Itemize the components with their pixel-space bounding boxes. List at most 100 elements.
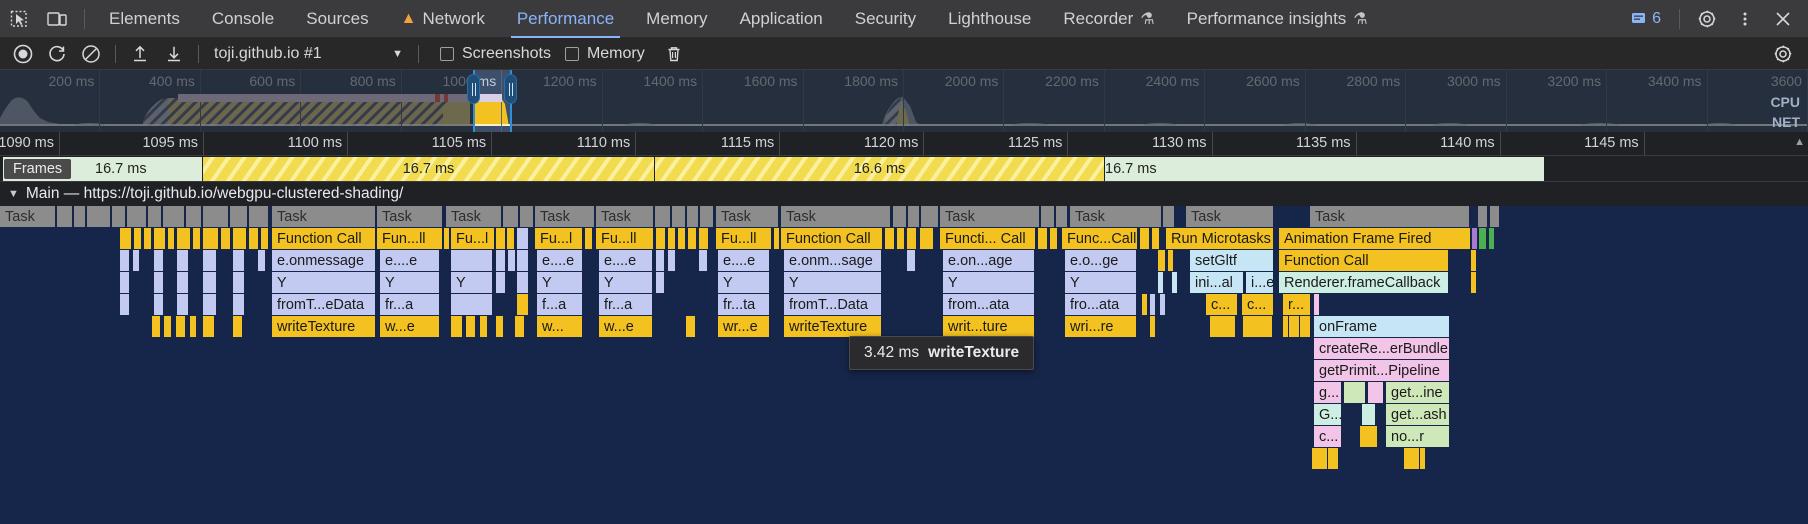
- flame-bar[interactable]: setGltf: [1190, 250, 1274, 271]
- flame-bar[interactable]: [190, 316, 197, 337]
- flame-bar[interactable]: [1368, 382, 1384, 403]
- flame-bar[interactable]: [233, 294, 245, 315]
- more-options-icon[interactable]: [1726, 0, 1764, 38]
- close-icon[interactable]: [1764, 0, 1802, 38]
- flame-bar[interactable]: writeTexture: [784, 316, 882, 337]
- flame-bar[interactable]: [1163, 206, 1175, 227]
- flame-bar[interactable]: [1041, 206, 1055, 227]
- flame-bar[interactable]: Y: [943, 272, 1035, 293]
- flame-bar[interactable]: Fu...ll: [716, 228, 772, 249]
- flame-bar[interactable]: [203, 316, 215, 337]
- flame-bar[interactable]: [1150, 294, 1156, 315]
- flame-bar[interactable]: e....e: [599, 250, 653, 271]
- flame-bar[interactable]: [686, 316, 696, 337]
- flame-bar[interactable]: [503, 206, 519, 227]
- flame-bar[interactable]: Task: [1070, 206, 1162, 227]
- flame-bar[interactable]: [177, 250, 189, 271]
- flame-bar[interactable]: w...e: [380, 316, 440, 337]
- flame-bar[interactable]: Task: [940, 206, 1040, 227]
- flame-bar[interactable]: ini...al: [1190, 272, 1244, 293]
- flame-bar[interactable]: [154, 228, 166, 249]
- flame-bar[interactable]: [154, 272, 164, 293]
- flame-bar[interactable]: [1152, 228, 1160, 249]
- flame-bar[interactable]: [186, 206, 202, 227]
- flame-bar[interactable]: [1360, 426, 1378, 447]
- timeline-overview[interactable]: 200 ms400 ms600 ms800 ms1000 ms1200 ms14…: [0, 70, 1808, 132]
- flame-bar[interactable]: [120, 294, 130, 315]
- flame-bar[interactable]: [87, 206, 111, 227]
- flame-bar[interactable]: createRe...erBundle: [1314, 338, 1450, 359]
- flame-bar[interactable]: [451, 250, 493, 271]
- flame-bar[interactable]: [168, 228, 175, 249]
- flame-bar[interactable]: [127, 206, 147, 227]
- flame-bar[interactable]: c...: [1242, 294, 1274, 315]
- flame-bar[interactable]: e....e: [537, 250, 583, 271]
- flame-bar[interactable]: [233, 250, 245, 271]
- flame-bar[interactable]: [1471, 250, 1477, 271]
- flame-bar[interactable]: [515, 316, 525, 337]
- flame-bar[interactable]: [496, 316, 504, 337]
- flame-bar[interactable]: [1142, 294, 1148, 315]
- flame-bar[interactable]: [203, 272, 217, 293]
- flame-bar[interactable]: [517, 228, 529, 249]
- device-toolbar-icon[interactable]: [38, 0, 76, 38]
- frame-item[interactable]: 16.7 ms: [1105, 157, 1545, 181]
- flame-bar[interactable]: [700, 206, 714, 227]
- flame-bar[interactable]: [221, 228, 231, 249]
- collapse-caret-icon[interactable]: ▼: [8, 188, 19, 200]
- flame-bar[interactable]: [1305, 316, 1311, 337]
- flame-bar[interactable]: [133, 250, 140, 271]
- flame-bar[interactable]: [1038, 228, 1048, 249]
- flame-bar[interactable]: Task: [781, 206, 891, 227]
- flame-bar[interactable]: [1172, 272, 1178, 293]
- flame-bar[interactable]: [261, 228, 269, 249]
- frame-item[interactable]: 16.7 ms: [203, 157, 655, 181]
- flame-bar[interactable]: fromT...eData: [272, 294, 376, 315]
- tab-sources[interactable]: Sources: [290, 0, 384, 38]
- tab-memory[interactable]: Memory: [630, 0, 723, 38]
- flame-bar[interactable]: [1478, 206, 1488, 227]
- inspect-element-icon[interactable]: [0, 0, 38, 38]
- flame-bar[interactable]: [907, 250, 916, 271]
- flame-bar[interactable]: no...r: [1386, 426, 1450, 447]
- flame-bar[interactable]: [249, 206, 269, 227]
- flame-bar[interactable]: [444, 228, 450, 249]
- flame-bar[interactable]: [203, 228, 219, 249]
- flame-bar[interactable]: Y: [1065, 272, 1137, 293]
- flame-bar[interactable]: [774, 228, 780, 249]
- flame-bar[interactable]: [203, 206, 229, 227]
- flame-bar[interactable]: [1140, 228, 1150, 249]
- flame-bar[interactable]: [508, 250, 516, 271]
- flame-bar[interactable]: [668, 228, 676, 249]
- flame-bar[interactable]: [233, 228, 247, 249]
- flame-bar[interactable]: c...: [1206, 294, 1238, 315]
- flame-bar[interactable]: [451, 316, 463, 337]
- flame-bar[interactable]: [148, 206, 162, 227]
- flame-bar[interactable]: [193, 228, 201, 249]
- frames-track[interactable]: Frames 16.7 ms 16.7 ms 16.6 ms 16.7 ms: [0, 156, 1808, 182]
- flame-bar[interactable]: [120, 228, 132, 249]
- flame-bar[interactable]: [920, 228, 934, 249]
- flame-bar[interactable]: [1344, 382, 1366, 403]
- flame-bar[interactable]: Fu...ll: [596, 228, 654, 249]
- flame-bar[interactable]: [585, 228, 593, 249]
- flame-bar[interactable]: r...: [1283, 294, 1311, 315]
- scroll-up-arrow[interactable]: ▲: [1794, 136, 1805, 148]
- flame-bar[interactable]: [144, 228, 152, 249]
- flame-bar[interactable]: [177, 228, 191, 249]
- flame-bar[interactable]: fr...ta: [718, 294, 770, 315]
- overview-handle-left[interactable]: [467, 74, 480, 104]
- main-track-header[interactable]: ▼ Main — https://toji.github.io/webgpu-c…: [0, 182, 1808, 206]
- flame-bar[interactable]: [656, 250, 665, 271]
- flame-bar[interactable]: e....e: [380, 250, 440, 271]
- flame-bar[interactable]: Fu...l: [451, 228, 495, 249]
- flame-bar[interactable]: Function Call: [781, 228, 883, 249]
- collect-garbage-icon[interactable]: [657, 39, 691, 69]
- flame-bar[interactable]: e.onm...sage: [784, 250, 882, 271]
- flame-bar[interactable]: Animation Frame Fired: [1279, 228, 1471, 249]
- flame-bar[interactable]: [154, 294, 164, 315]
- flame-bar[interactable]: Function Call: [272, 228, 376, 249]
- flame-bar[interactable]: e....e: [718, 250, 770, 271]
- flame-bar[interactable]: [672, 206, 686, 227]
- flame-bar[interactable]: [164, 316, 172, 337]
